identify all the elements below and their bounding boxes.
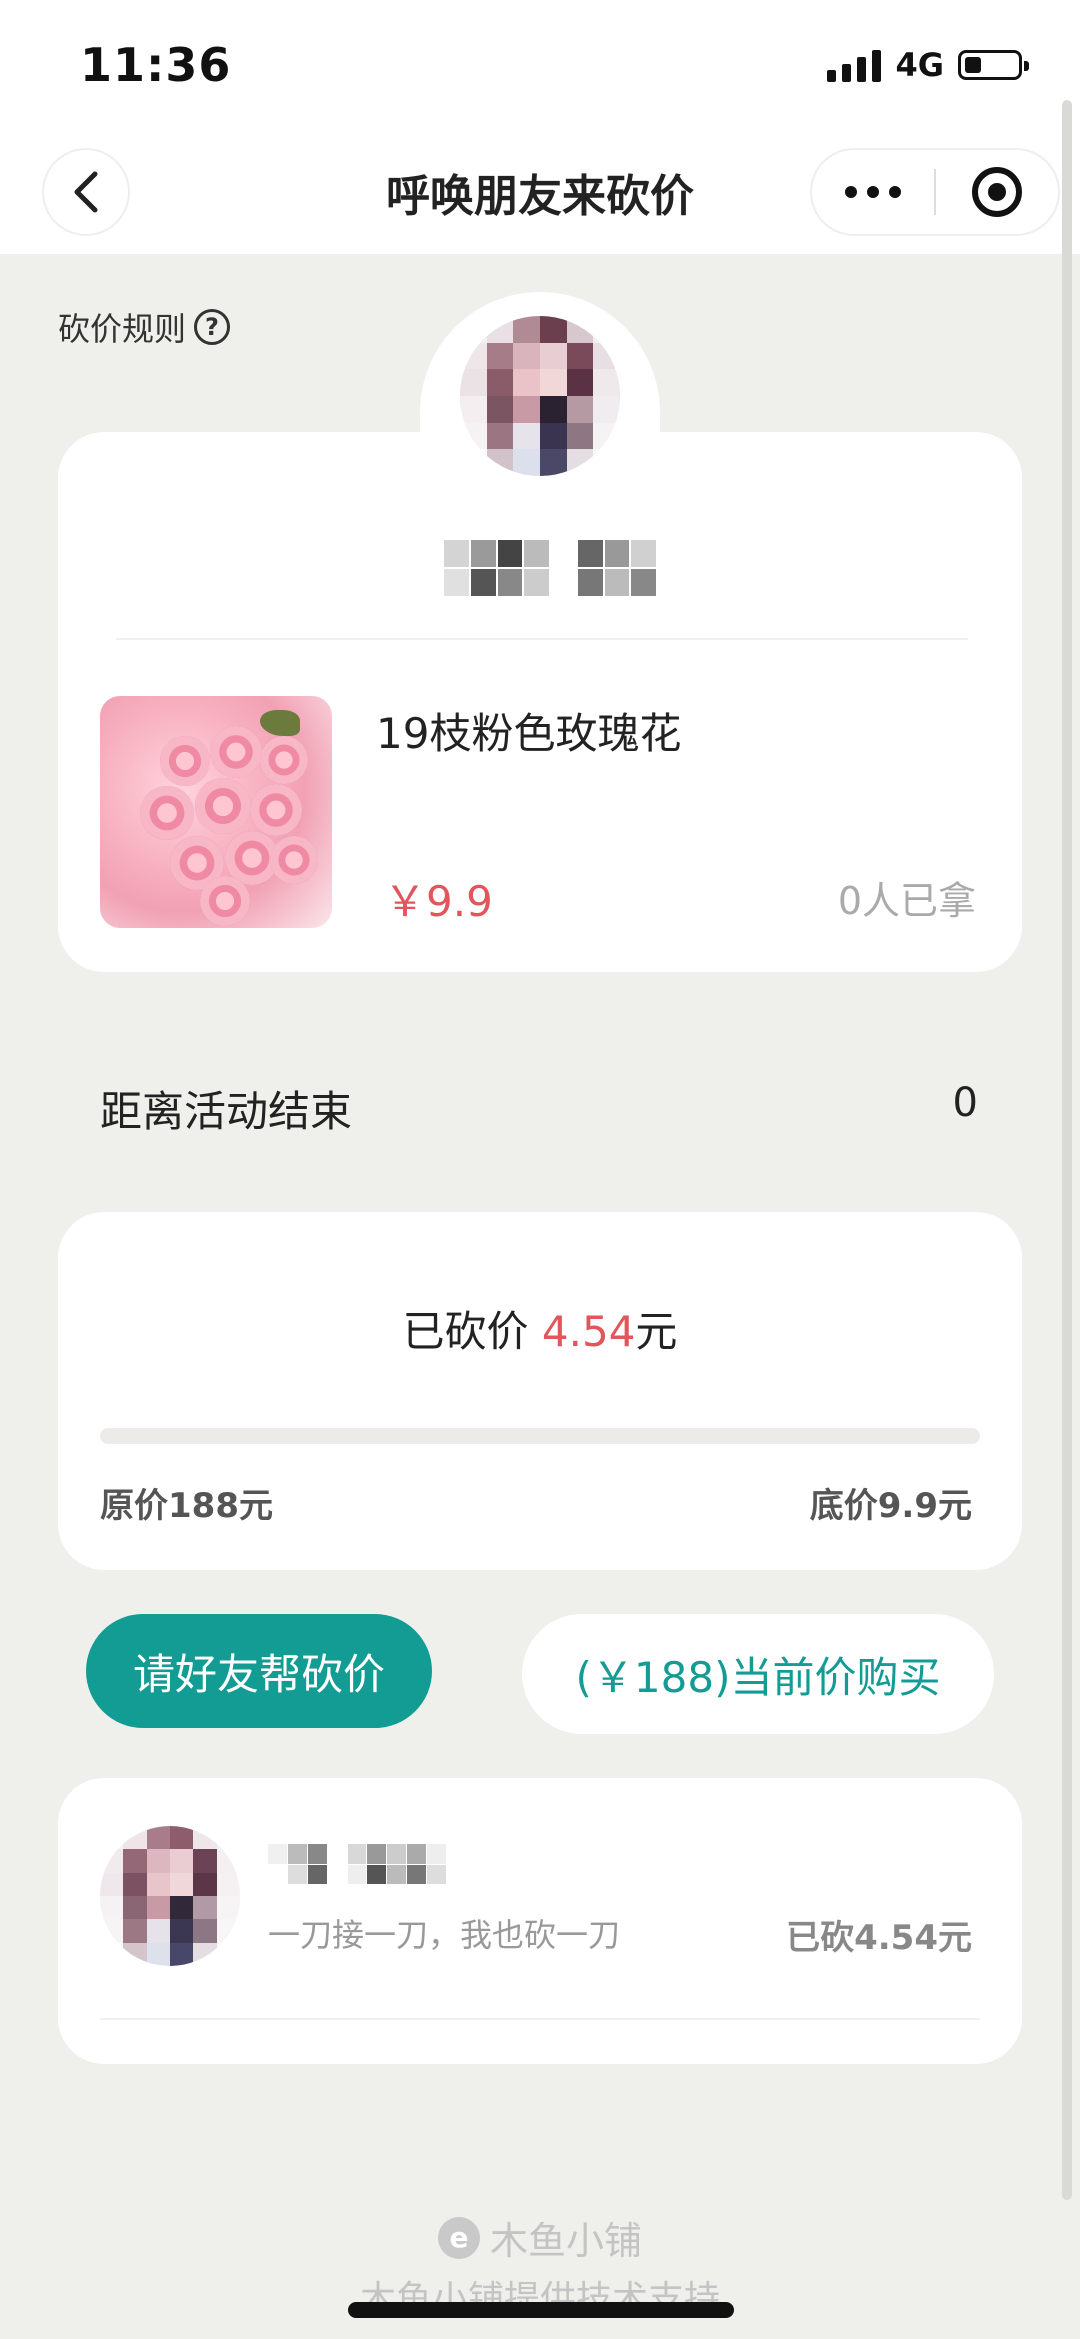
card-divider — [116, 638, 968, 640]
mini-program-capsule — [812, 150, 1058, 234]
bargained-value: 4.54 — [541, 1307, 636, 1356]
buy-now-button[interactable]: (￥188)当前价购买 — [522, 1614, 994, 1734]
status-time: 11:36 — [80, 38, 232, 92]
product-price: ￥9.9 — [384, 877, 493, 926]
status-indicators: 4G — [827, 46, 1029, 84]
progress-bar — [100, 1428, 980, 1444]
footer-brand: e 木鱼小铺 — [0, 2210, 1080, 2265]
product-name: 19枝粉色玫瑰花 — [376, 709, 682, 758]
target-close-icon[interactable] — [936, 165, 1058, 219]
invite-friends-button[interactable]: 请好友帮砍价 — [86, 1614, 432, 1728]
bargain-rules-link[interactable]: 砍价规则 ? — [58, 304, 231, 350]
avatar — [460, 316, 620, 476]
friend-avatar — [100, 1826, 240, 1966]
bargained-suffix: 元 — [635, 1307, 678, 1356]
battery-icon — [958, 50, 1029, 80]
taken-count: 0人已拿 — [837, 879, 976, 923]
home-indicator[interactable] — [348, 2302, 734, 2318]
username-blurred — [444, 540, 656, 596]
friend-name-blurred — [268, 1844, 446, 1884]
more-dots-icon[interactable] — [812, 186, 934, 198]
bargained-prefix: 已砍价 — [402, 1307, 542, 1356]
bargained-amount: 已砍价 4.54元 — [0, 1298, 1080, 1359]
brand-name: 木鱼小铺 — [489, 2219, 642, 2263]
product-image[interactable] — [100, 696, 332, 928]
help-icon: ? — [194, 309, 231, 345]
signal-icon — [827, 48, 882, 82]
friend-message: 一刀接一刀，我也砍一刀 — [268, 1916, 621, 1954]
brand-logo-icon: e — [437, 2216, 480, 2259]
scrollbar[interactable] — [1062, 100, 1072, 2200]
friend-bargain-amount: 已砍4.54元 — [786, 1918, 972, 1958]
friend-list-divider — [100, 2018, 980, 2020]
network-type: 4G — [895, 46, 944, 84]
original-price: 原价188元 — [100, 1486, 273, 1526]
countdown-label: 距离活动结束 — [100, 1087, 353, 1136]
countdown-value: 0 — [952, 1080, 978, 1126]
rules-label: 砍价规则 — [58, 310, 187, 348]
floor-price: 底价9.9元 — [809, 1486, 972, 1526]
